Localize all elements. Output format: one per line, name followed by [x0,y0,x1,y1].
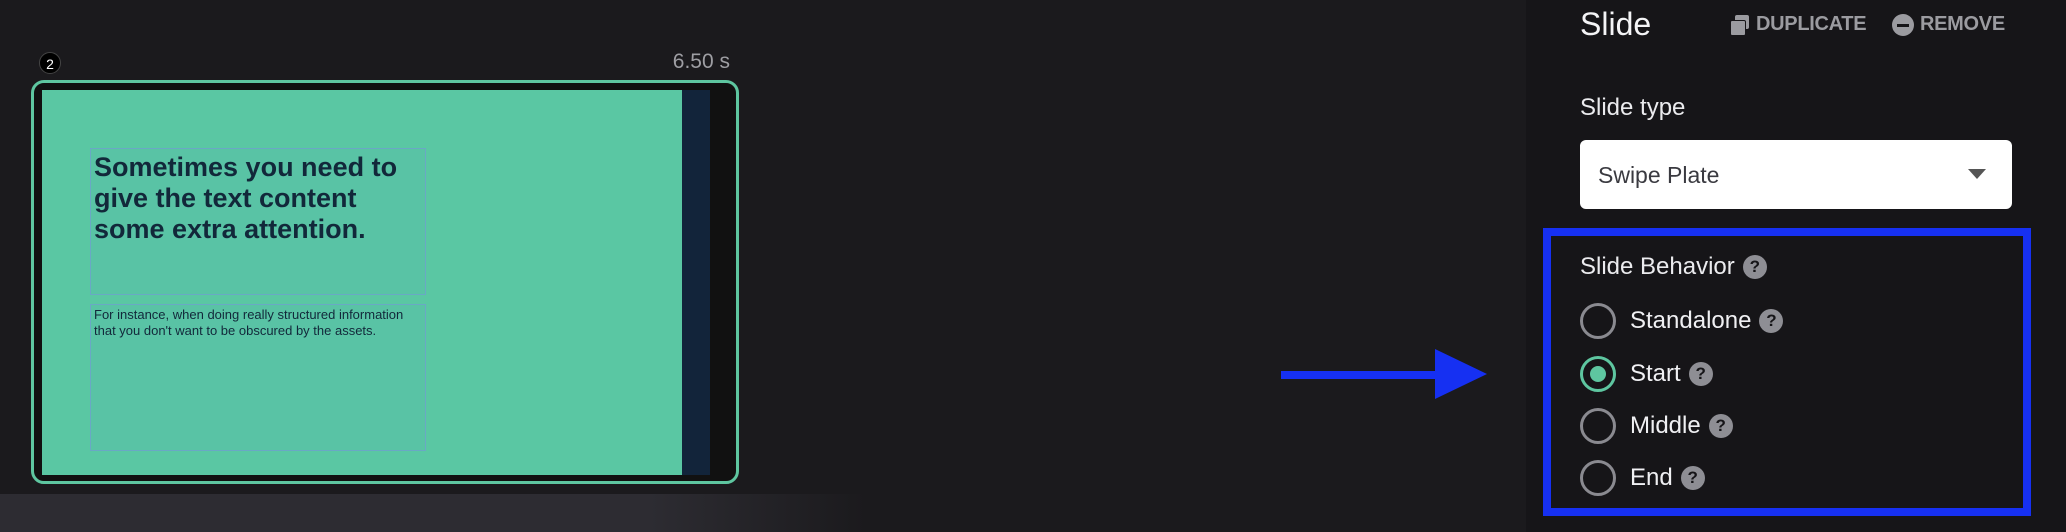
behavior-option-end[interactable]: End ? [1580,460,1705,496]
heading-text-box[interactable]: Sometimes you need to give the text cont… [90,148,426,295]
behavior-option-start[interactable]: Start ? [1580,356,1713,392]
option-label: End [1630,464,1673,491]
help-circle-icon[interactable]: ? [1708,414,1733,438]
slide-edge-strip [682,90,710,475]
remove-circle-icon [1892,13,1914,36]
slide-thumbnail[interactable]: Sometimes you need to give the text cont… [31,80,739,484]
help-circle-icon[interactable]: ? [1759,309,1784,333]
radio-end[interactable] [1580,460,1616,496]
slide-number-badge: 2 [39,52,61,74]
body-text-box[interactable]: For instance, when doing really structur… [90,304,426,451]
duplicate-icon [1730,14,1750,36]
duplicate-button[interactable]: DUPLICATE [1730,13,1867,36]
remove-button[interactable]: REMOVE [1892,13,2005,36]
radio-standalone[interactable] [1580,303,1616,339]
help-circle-icon[interactable]: ? [1688,362,1713,386]
slide-type-value: Swipe Plate [1598,162,1720,188]
editor-screen: 2 6.50 s Sometimes you need to give the … [0,0,2066,532]
duplicate-label: DUPLICATE [1756,13,1867,35]
slide-type-select[interactable]: Swipe Plate [1580,140,2012,209]
radio-start[interactable] [1580,356,1616,392]
help-circle-icon[interactable]: ? [1680,466,1705,490]
timeline-strip [0,494,865,532]
slide-body: For instance, when doing really structur… [94,307,404,338]
slide-properties-panel: Slide DUPLICATE REMOVE Slide type Swipe … [1526,0,2066,532]
slide-duration: 6.50 s [672,50,730,73]
caret-down-icon [1968,169,1986,179]
radio-middle[interactable] [1580,408,1616,444]
arrow-shaft [1281,371,1441,379]
panel-title: Slide [1580,6,1652,42]
option-label: Standalone [1630,307,1752,334]
option-label: Middle [1630,412,1701,439]
behavior-option-middle[interactable]: Middle ? [1580,408,1733,444]
slide-heading: Sometimes you need to give the text cont… [94,152,398,244]
arrow-head [1435,349,1487,399]
slide-type-label: Slide type [1580,94,1686,121]
help-circle-icon[interactable]: ? [1742,255,1767,279]
option-label: Start [1630,360,1681,387]
slide-behavior-label: Slide Behavior [1580,253,1735,280]
slide-canvas: Sometimes you need to give the text cont… [42,90,710,475]
slide-behavior-heading: Slide Behavior ? [1580,253,1767,281]
behavior-option-standalone[interactable]: Standalone ? [1580,303,1784,339]
remove-label: REMOVE [1920,13,2005,35]
